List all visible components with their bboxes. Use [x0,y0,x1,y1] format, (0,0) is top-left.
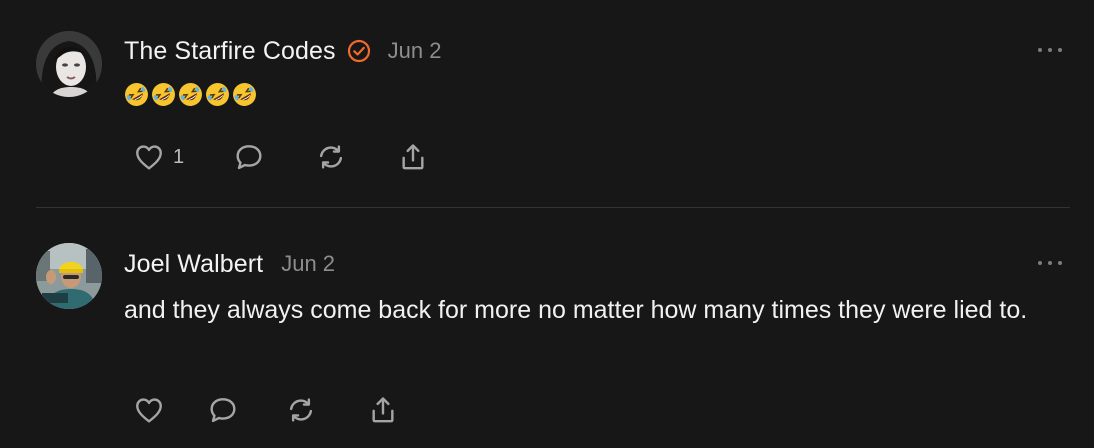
comment-bubble-icon [210,398,236,423]
post-joel-walbert[interactable]: Joel Walbert Jun 2 and they always come … [0,209,1094,448]
repost-icon [289,398,313,422]
post-starfire[interactable]: The Starfire Codes Jun 2 1 [0,0,1094,208]
post-text: and they always come back for more no ma… [124,296,1028,324]
more-options-icon[interactable] [1038,45,1062,55]
reply-button[interactable] [207,393,285,427]
rolling-laughing-emoji [125,83,148,106]
dot [1058,261,1062,265]
repost-button[interactable] [315,140,397,174]
avatar[interactable] [36,243,102,309]
avatar[interactable] [36,31,102,97]
post-divider [36,207,1070,208]
share-icon [372,397,394,423]
post-header: The Starfire Codes Jun 2 [124,34,441,68]
rolling-laughing-emoji [179,83,202,106]
dot [1058,48,1062,52]
more-options-icon[interactable] [1038,258,1062,268]
dot [1038,48,1042,52]
repost-icon [319,145,343,169]
post-header: Joel Walbert Jun 2 [124,247,335,281]
post-actions: 1 [133,140,429,174]
share-button[interactable] [367,393,399,427]
reply-button[interactable] [233,140,315,174]
share-icon [402,144,424,170]
like-count: 1 [173,145,185,168]
verified-badge-icon [347,39,371,63]
repost-button[interactable] [285,393,367,427]
share-button[interactable] [397,140,429,174]
post-date[interactable]: Jun 2 [388,38,442,64]
author-name[interactable]: Joel Walbert [124,250,263,279]
rolling-laughing-emoji [152,83,175,106]
rolling-laughing-emoji [233,83,256,106]
avatar-image [36,31,102,97]
like-button[interactable]: 1 [133,140,233,174]
avatar-image [36,243,102,309]
post-actions [133,393,399,427]
heart-icon [136,145,162,170]
rolling-laughing-emoji [206,83,229,106]
reaction-emoji-row [124,82,257,107]
post-date[interactable]: Jun 2 [281,251,335,277]
comment-bubble-icon [236,145,262,170]
heart-icon [136,398,162,423]
like-button[interactable] [133,393,207,427]
dot [1038,261,1042,265]
dot [1048,48,1052,52]
author-name[interactable]: The Starfire Codes [124,37,336,66]
dot [1048,261,1052,265]
